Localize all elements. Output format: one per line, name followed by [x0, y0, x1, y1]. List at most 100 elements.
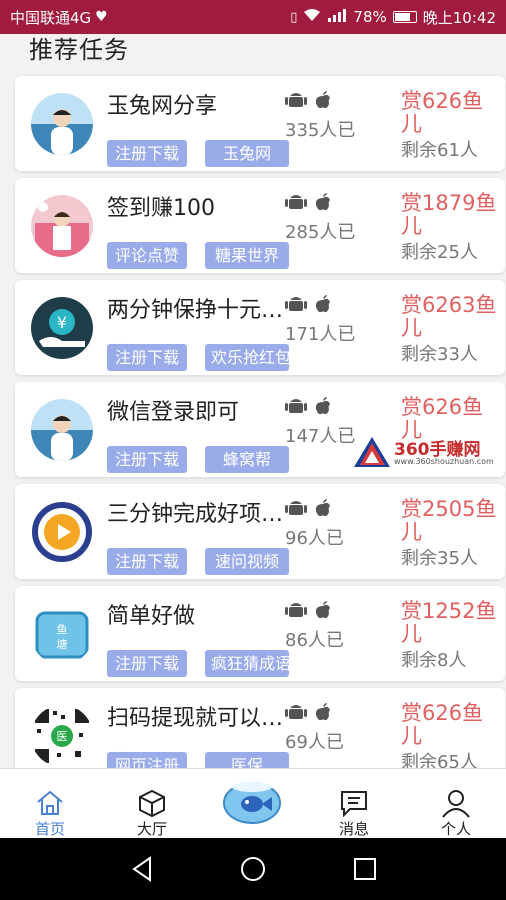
watermark-logo: 360手赚网 www.360shouzhuan.com — [352, 435, 500, 471]
android-icon — [285, 294, 307, 318]
task-list[interactable]: 玉兔网分享335人已赚赏626鱼儿剩余61人注册下载玉兔网签到赚100285人已… — [0, 68, 506, 768]
task-avatar — [31, 93, 93, 155]
task-type-tag: 注册下载 — [107, 140, 187, 167]
back-icon[interactable] — [128, 854, 158, 884]
task-remaining: 剩余25人 — [401, 242, 478, 263]
task-participants: 171人已 — [285, 324, 356, 345]
wifi-icon — [303, 8, 321, 26]
task-card[interactable]: ¥两分钟保挣十元…171人已赚赏6263鱼儿剩余33人注册下载欢乐抢红包 — [15, 280, 505, 375]
task-reward: 赏1879鱼儿 — [401, 191, 497, 238]
apple-icon — [315, 600, 331, 624]
heart-icon: ♥ — [95, 9, 108, 25]
task-type-tag: 评论点赞 — [107, 242, 187, 269]
tab-hall[interactable]: 大厅 — [112, 769, 192, 839]
task-card[interactable]: 医扫码提现就可以…69人已赚赏626鱼儿剩余65人网页注册医保 — [15, 688, 505, 768]
task-remaining: 剩余65人 — [401, 752, 478, 768]
android-nav-bar — [0, 838, 506, 900]
task-title: 玉兔网分享 — [107, 94, 218, 119]
task-title: 微信登录即可 — [107, 400, 240, 425]
battery-fill — [394, 13, 410, 21]
task-title: 简单好做 — [107, 604, 196, 629]
task-participants: 285人已 — [285, 222, 356, 243]
platform-icons — [285, 498, 331, 522]
task-type-tag: 注册下载 — [107, 446, 187, 473]
tab-profile-label: 个人 — [440, 820, 471, 838]
task-remaining: 剩余8人 — [401, 650, 467, 671]
android-icon — [285, 600, 307, 624]
tab-home[interactable]: 首页 — [10, 769, 90, 839]
fish-bowl-icon — [223, 782, 281, 824]
platform-icons — [285, 396, 331, 420]
task-card[interactable]: 玉兔网分享335人已赚赏626鱼儿剩余61人注册下载玉兔网 — [15, 76, 505, 171]
platform-icons — [285, 600, 331, 624]
tab-messages[interactable]: 消息 — [314, 769, 394, 839]
task-remaining: 剩余61人 — [401, 140, 478, 161]
cube-icon — [139, 789, 165, 818]
task-app-tag: 欢乐抢红包 — [205, 344, 291, 371]
apple-icon — [315, 294, 331, 318]
task-participants: 96人已 — [285, 528, 344, 549]
time-label: 晚上10:42 — [422, 8, 496, 27]
task-app-tag: 疯狂猜成语 — [205, 650, 291, 677]
vibrate-icon: ▯ — [290, 9, 298, 25]
task-avatar: 鱼塘 — [31, 603, 93, 665]
apple-icon — [315, 396, 331, 420]
task-avatar: ¥ — [31, 297, 93, 359]
task-remaining: 剩余33人 — [401, 344, 478, 365]
bottom-tabbar: 首页 大厅 消息 个人 — [0, 768, 506, 839]
svg-text:塘: 塘 — [57, 637, 68, 651]
task-app-tag: 速问视频 — [205, 548, 289, 575]
person-icon — [442, 790, 470, 818]
task-card[interactable]: 鱼塘简单好做86人已赚赏1252鱼儿剩余8人注册下载疯狂猜成语 — [15, 586, 505, 681]
status-right: ▯ 78% 晚上10:42 — [290, 7, 496, 28]
task-type-tag: 网页注册 — [107, 752, 187, 768]
svg-text:医: 医 — [57, 730, 68, 743]
android-icon — [285, 90, 307, 114]
task-avatar — [31, 501, 93, 563]
task-participants: 335人已 — [285, 120, 356, 141]
task-avatar — [31, 399, 93, 461]
task-reward: 赏2505鱼儿 — [401, 497, 497, 544]
task-type-tag: 注册下载 — [107, 548, 187, 575]
apple-icon — [315, 498, 331, 522]
task-app-tag: 糖果世界 — [205, 242, 289, 269]
signal-icon — [327, 8, 347, 26]
task-card[interactable]: 三分钟完成好项…96人已赚赏2505鱼儿剩余35人注册下载速问视频 — [15, 484, 505, 579]
task-type-tag: 注册下载 — [107, 650, 187, 677]
task-reward: 赏626鱼儿 — [401, 89, 484, 136]
status-bar: 中国联通4G ♥ ▯ 78% 晚上10:42 — [0, 0, 506, 34]
svg-text:鱼: 鱼 — [57, 622, 68, 636]
tab-home-label: 首页 — [34, 820, 65, 838]
task-app-tag: 玉兔网 — [205, 140, 289, 167]
apple-icon — [315, 702, 331, 726]
task-title: 两分钟保挣十元… — [107, 298, 284, 323]
task-participants: 86人已 — [285, 630, 344, 651]
android-icon — [285, 498, 307, 522]
apple-icon — [315, 192, 331, 216]
tab-fish-center[interactable] — [212, 769, 292, 839]
tab-profile[interactable]: 个人 — [416, 769, 496, 839]
battery-icon — [392, 11, 417, 23]
task-reward: 赏6263鱼儿 — [401, 293, 497, 340]
status-left: 中国联通4G ♥ — [10, 7, 108, 28]
task-remaining: 剩余35人 — [401, 548, 478, 569]
platform-icons — [285, 90, 331, 114]
android-icon — [285, 192, 307, 216]
tab-hall-label: 大厅 — [136, 820, 167, 838]
battery-percent: 78% — [353, 8, 387, 26]
recents-icon[interactable] — [350, 854, 380, 884]
task-avatar — [31, 195, 93, 257]
task-title: 三分钟完成好项… — [107, 502, 284, 527]
task-card[interactable]: 签到赚100285人已赚赏1879鱼儿剩余25人评论点赞糖果世界 — [15, 178, 505, 273]
task-avatar: 医 — [31, 705, 93, 767]
section-title: 推荐任务 — [29, 36, 129, 64]
android-icon — [285, 702, 307, 726]
task-participants: 147人已 — [285, 426, 356, 447]
platform-icons — [285, 702, 331, 726]
task-app-tag: 医保 — [205, 752, 289, 768]
watermark-url: www.360shouzhuan.com — [394, 457, 494, 466]
task-title: 扫码提现就可以… — [107, 706, 284, 731]
home-circle-icon[interactable] — [238, 854, 268, 884]
task-title: 签到赚100 — [107, 196, 215, 221]
message-icon — [341, 791, 367, 818]
